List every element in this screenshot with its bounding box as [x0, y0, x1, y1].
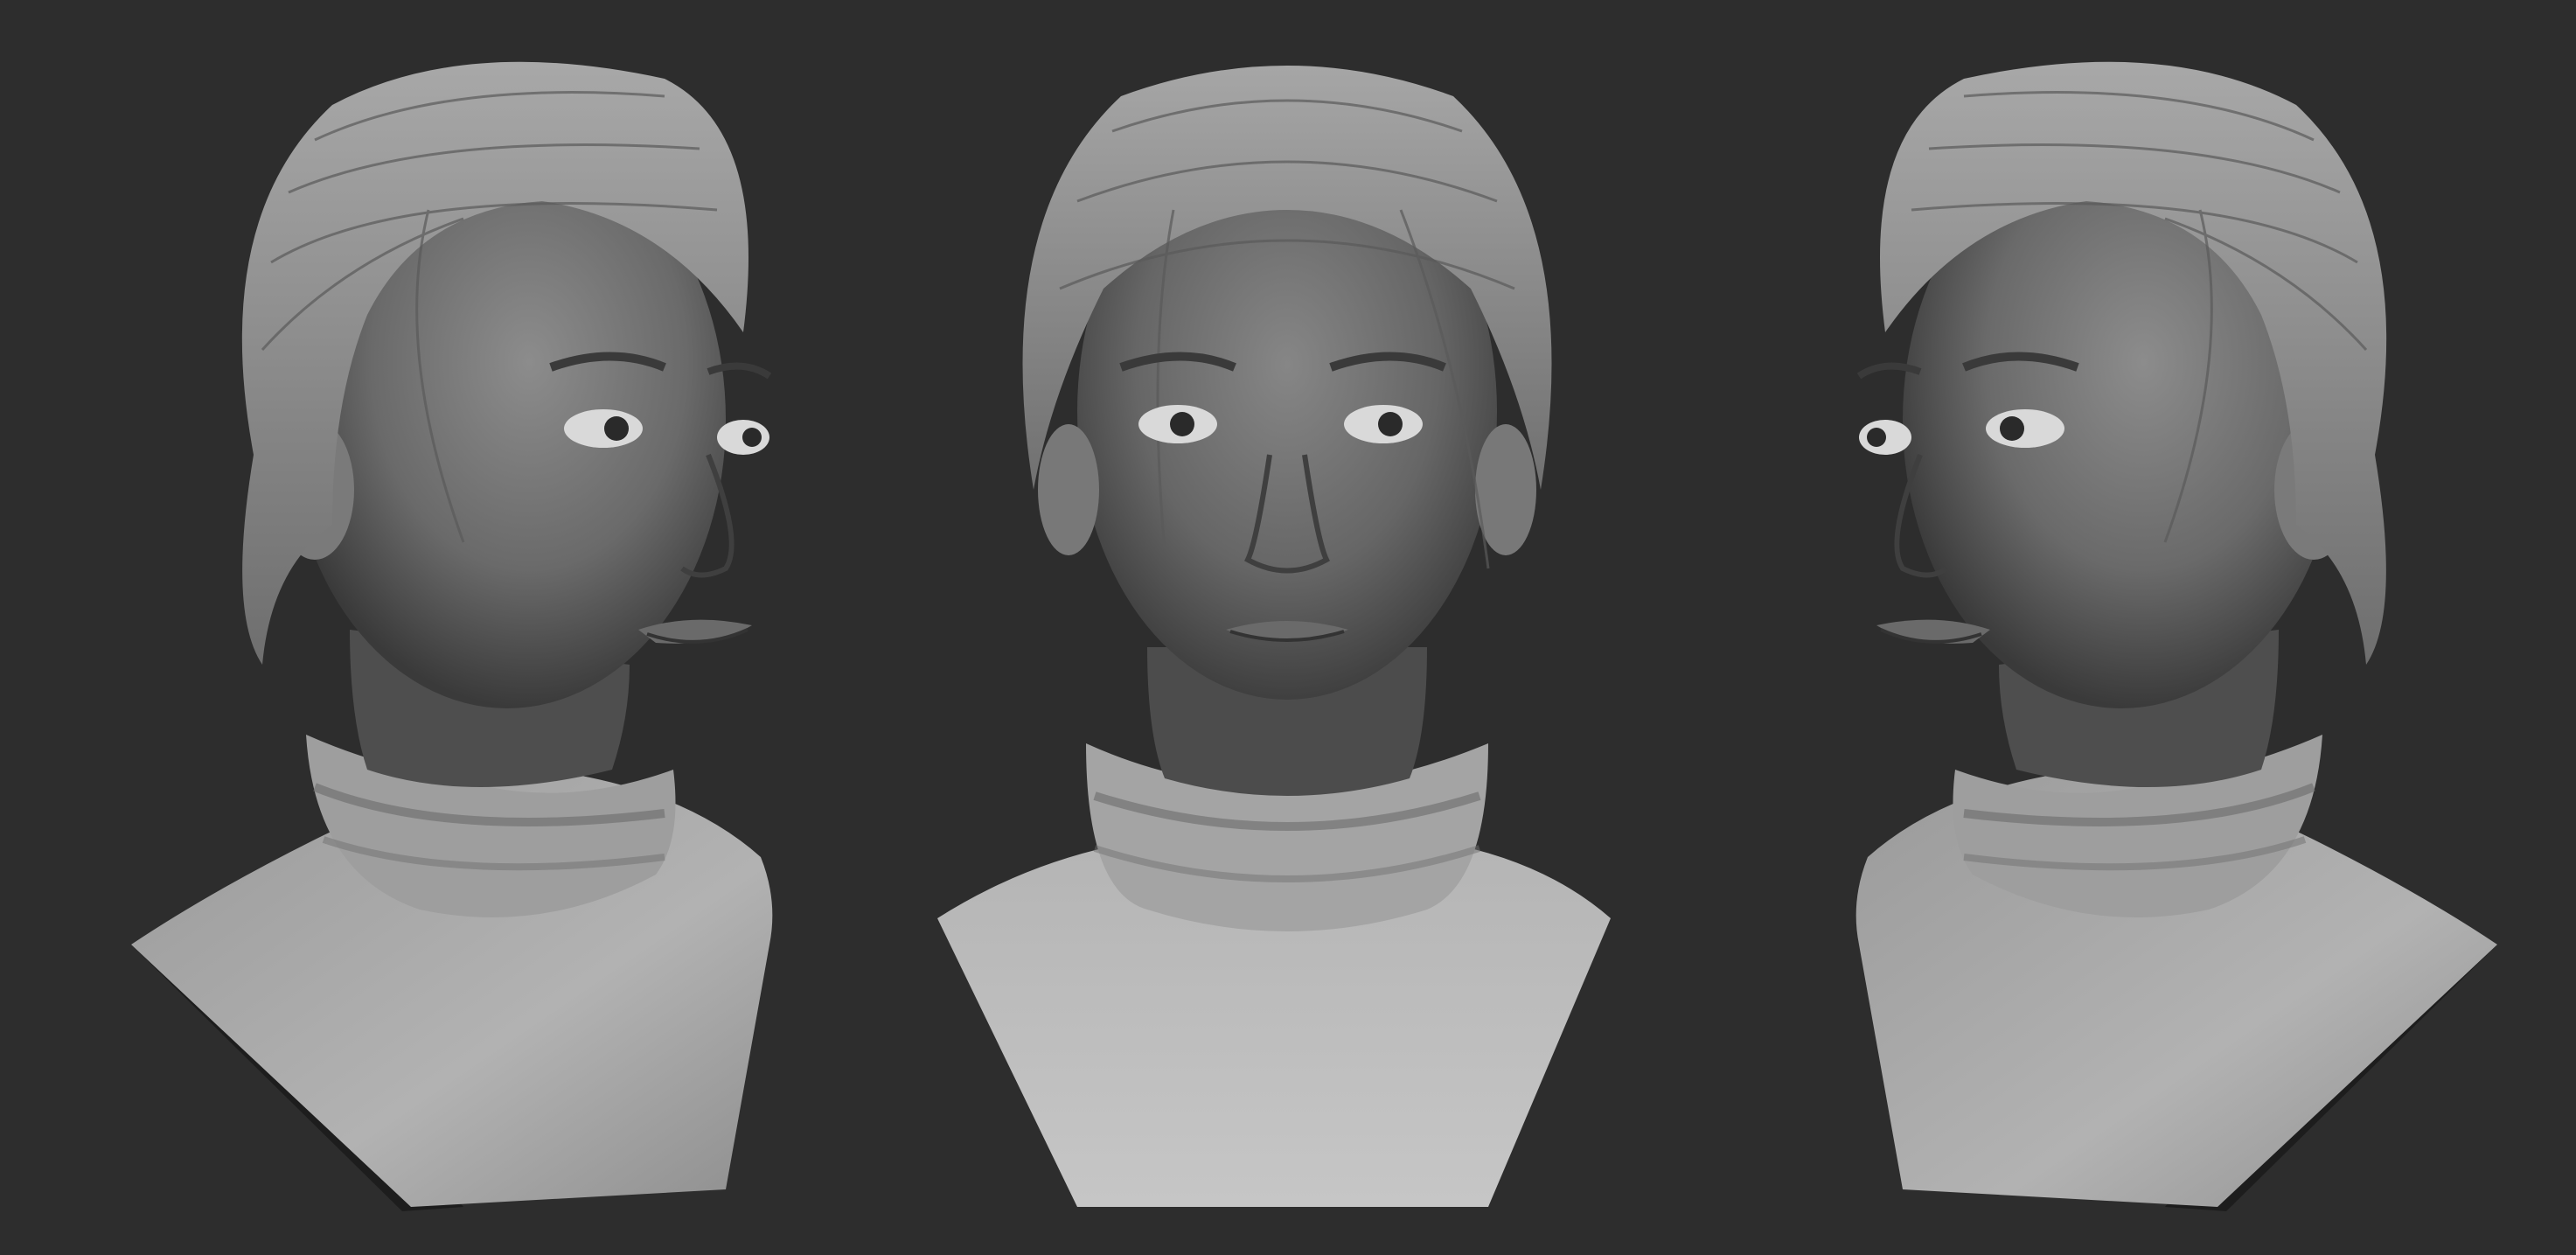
sculpt-render-viewport	[0, 0, 2576, 1255]
bust-front-render	[937, 66, 1611, 1207]
ear-left	[1038, 424, 1099, 555]
bust-three-quarter-left	[52, 0, 911, 1255]
eye-left	[1986, 409, 2064, 448]
bust-three-quarter-right	[1717, 0, 2576, 1255]
bust-three-quarter-left-render	[131, 61, 773, 1211]
bust-front	[859, 0, 1717, 1255]
bust-three-quarter-right-render	[1855, 61, 2497, 1211]
eye-left	[564, 409, 643, 448]
